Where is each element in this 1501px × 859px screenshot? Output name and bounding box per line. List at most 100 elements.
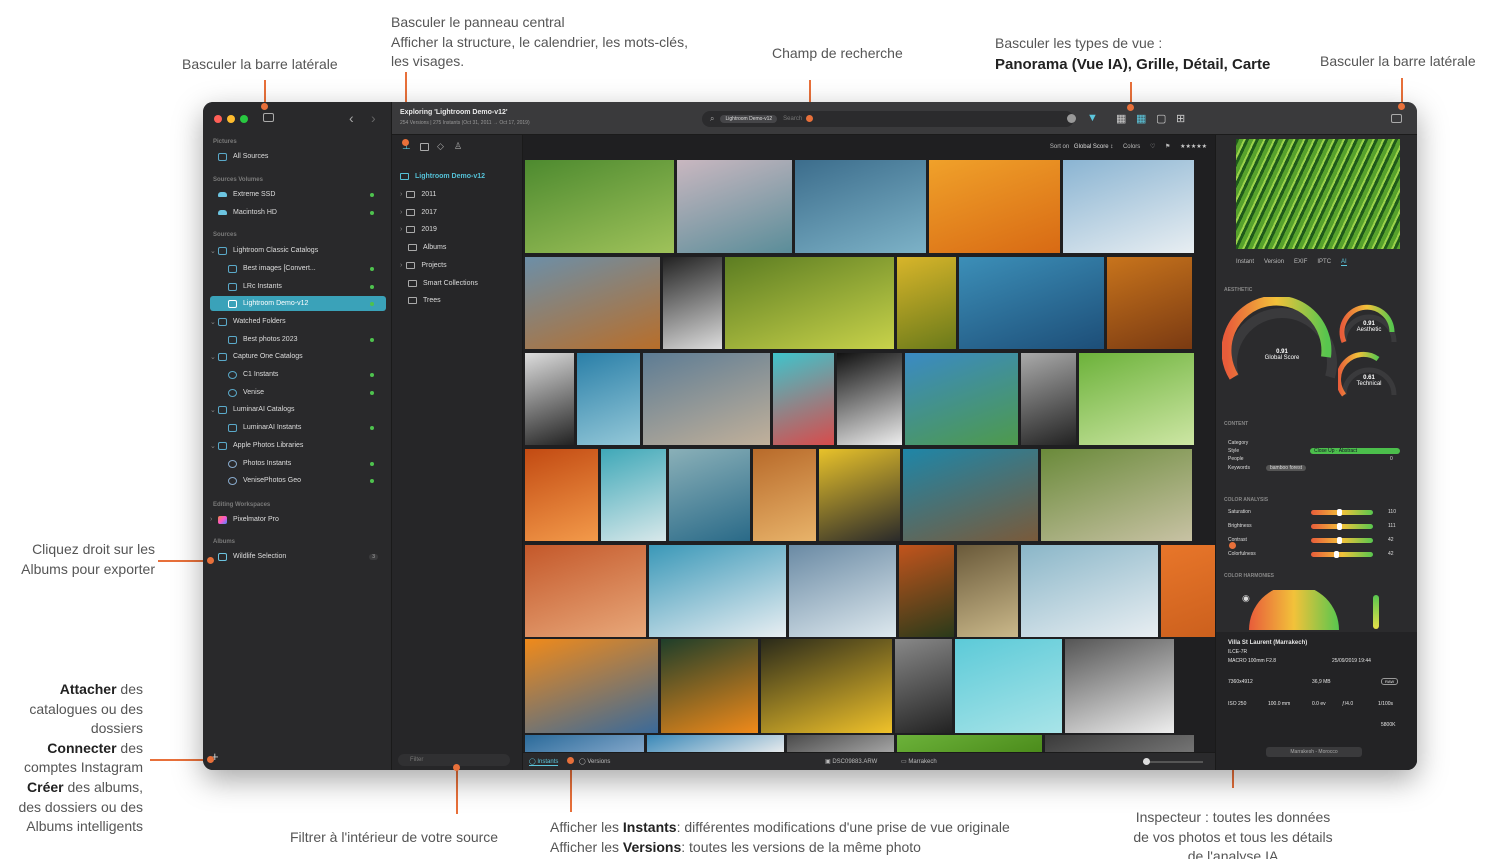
clear-search-icon[interactable] <box>1067 114 1076 123</box>
photo-thumbnail[interactable] <box>1021 353 1076 445</box>
sidebar-item-venise[interactable]: Venise <box>210 385 386 400</box>
sort-dropdown[interactable]: Global Score ↕ <box>1074 144 1113 150</box>
tree-item[interactable]: Smart Collections <box>400 280 478 287</box>
sidebar-item-lrc-catalogs[interactable]: ⌄ Lightroom Classic Catalogs <box>210 243 386 258</box>
photo-thumbnail[interactable] <box>663 257 722 349</box>
photo-thumbnail[interactable] <box>897 257 956 349</box>
photo-thumbnail[interactable] <box>955 639 1062 733</box>
heart-icon[interactable]: ♡ <box>1150 144 1155 150</box>
photo-thumbnail[interactable] <box>787 735 894 752</box>
photo-thumbnail[interactable] <box>669 449 750 541</box>
photo-thumbnail[interactable] <box>1107 257 1192 349</box>
chevron-right-icon[interactable]: › <box>210 516 212 523</box>
tree-item[interactable]: › Projects <box>400 262 447 269</box>
style-tag[interactable]: Close Up · Abstract <box>1310 448 1400 454</box>
chevron-down-icon[interactable]: ⌄ <box>210 353 216 361</box>
photo-thumbnail[interactable] <box>897 735 1042 752</box>
photo-thumbnail[interactable] <box>1041 449 1192 541</box>
tab-instant[interactable]: Instant <box>1236 259 1254 266</box>
filter-icon[interactable]: ▼ <box>1087 112 1098 124</box>
sidebar-item-apple-photos[interactable]: ⌄ Apple Photos Libraries <box>210 438 386 453</box>
photo-thumbnail[interactable] <box>525 449 598 541</box>
photo-thumbnail[interactable] <box>677 160 792 253</box>
tab-ai[interactable]: AI <box>1341 259 1347 266</box>
photo-thumbnail[interactable] <box>957 545 1018 637</box>
harmony-slider[interactable] <box>1373 595 1379 629</box>
photo-thumbnail[interactable] <box>753 449 816 541</box>
photo-thumbnail[interactable] <box>525 735 644 752</box>
search-scope-chip[interactable]: Lightroom Demo-v12 <box>720 115 778 123</box>
photo-thumbnail[interactable] <box>661 639 758 733</box>
zoom-slider-knob[interactable] <box>1143 758 1150 765</box>
place-tag[interactable]: Marrakesh - Morocco <box>1266 747 1362 757</box>
tab-iptc[interactable]: IPTC <box>1317 259 1331 266</box>
photo-thumbnail[interactable] <box>959 257 1104 349</box>
sidebar-item-best-images[interactable]: Best images [Convert... <box>210 261 386 276</box>
colors-dropdown[interactable]: Colors <box>1123 144 1140 150</box>
map-view-icon[interactable]: ⊞ <box>1176 112 1185 125</box>
photo-thumbnail[interactable] <box>1161 545 1215 637</box>
chevron-down-icon[interactable]: ⌄ <box>210 247 216 255</box>
photo-thumbnail[interactable] <box>643 353 770 445</box>
photo-thumbnail[interactable] <box>1065 639 1174 733</box>
tab-exif[interactable]: EXIF <box>1294 259 1307 266</box>
tree-item[interactable]: › 2011 <box>400 191 436 198</box>
sidebar-item-watched-folders[interactable]: ⌄ Watched Folders <box>210 314 386 329</box>
sidebar-item-photos-instants[interactable]: Photos Instants <box>210 456 386 471</box>
tree-item[interactable]: › 2017 <box>400 209 437 216</box>
tree-item[interactable]: Trees <box>400 297 441 304</box>
photo-thumbnail[interactable] <box>1045 735 1194 752</box>
sidebar-item-luminar-instants[interactable]: LuminarAI Instants <box>210 420 386 435</box>
sidebar-item-luminar-catalogs[interactable]: ⌄ LuminarAI Catalogs <box>210 402 386 417</box>
flag-icon[interactable]: ⚑ <box>1165 144 1170 150</box>
keywords-tab-icon[interactable]: ◇ <box>437 141 444 152</box>
grid-view-icon[interactable]: ▦ <box>1136 112 1146 125</box>
sidebar-item-c1-instants[interactable]: C1 Instants <box>210 367 386 382</box>
photo-thumbnail[interactable] <box>647 735 784 752</box>
sidebar-item-lrc-instants[interactable]: LRc Instants <box>210 279 386 294</box>
photo-thumbnail[interactable] <box>1021 545 1158 637</box>
minimize-window-button[interactable] <box>227 115 235 123</box>
photo-thumbnail[interactable] <box>929 160 1060 253</box>
zoom-slider[interactable] <box>1143 758 1203 765</box>
photo-thumbnail[interactable] <box>819 449 900 541</box>
photo-thumbnail[interactable] <box>525 160 674 253</box>
forward-chevron-icon[interactable]: › <box>371 110 376 126</box>
chevron-right-icon[interactable]: › <box>400 226 402 233</box>
sidebar-toggle-icon[interactable] <box>263 113 274 122</box>
tree-root[interactable]: Lightroom Demo-v12 <box>400 173 485 180</box>
photo-thumbnail[interactable] <box>789 545 896 637</box>
chevron-down-icon[interactable]: ⌄ <box>210 406 216 414</box>
photo-thumbnail[interactable] <box>761 639 892 733</box>
photo-thumbnail[interactable] <box>577 353 640 445</box>
tab-version[interactable]: Version <box>1264 259 1284 266</box>
versions-tab[interactable]: ◯ Versions <box>579 758 610 765</box>
photo-thumbnail[interactable] <box>725 257 894 349</box>
sidebar-item-venisephotos-geo[interactable]: VenisePhotos Geo <box>210 473 386 488</box>
photo-thumbnail[interactable] <box>773 353 834 445</box>
photo-thumbnail[interactable] <box>895 639 952 733</box>
photo-thumbnail[interactable] <box>1079 353 1194 445</box>
tree-item[interactable]: › 2019 <box>400 226 437 233</box>
sidebar-item-wildlife-selection[interactable]: Wildlife Selection 3 <box>210 549 386 564</box>
photo-thumbnail[interactable] <box>837 353 902 445</box>
sidebar-item-lightroom-demo[interactable]: Lightroom Demo-v12 <box>210 296 386 311</box>
sidebar-item-extreme-ssd[interactable]: Extreme SSD <box>210 187 386 202</box>
chevron-down-icon[interactable]: ⌄ <box>210 442 216 450</box>
photo-thumbnail[interactable] <box>1063 160 1194 253</box>
sidebar-item-capture-one[interactable]: ⌄ Capture One Catalogs <box>210 349 386 364</box>
photo-thumbnail[interactable] <box>903 449 1038 541</box>
chevron-right-icon[interactable]: › <box>400 209 402 216</box>
zoom-window-button[interactable] <box>240 115 248 123</box>
sidebar-item-best-photos-2023[interactable]: Best photos 2023 <box>210 332 386 347</box>
rating-filter[interactable]: ★★★★★ <box>1180 144 1207 150</box>
photo-thumbnail[interactable] <box>525 257 660 349</box>
instants-tab[interactable]: ◯ Instants <box>529 758 559 766</box>
photo-thumbnail[interactable] <box>795 160 926 253</box>
sidebar-item-pixelmator[interactable]: › Pixelmator Pro <box>210 512 386 527</box>
photo-thumbnail[interactable] <box>905 353 1018 445</box>
tree-item[interactable]: Albums <box>400 244 446 251</box>
photo-thumbnail[interactable] <box>525 545 646 637</box>
photo-thumbnail[interactable] <box>649 545 786 637</box>
faces-tab-icon[interactable]: ♙ <box>454 141 462 152</box>
